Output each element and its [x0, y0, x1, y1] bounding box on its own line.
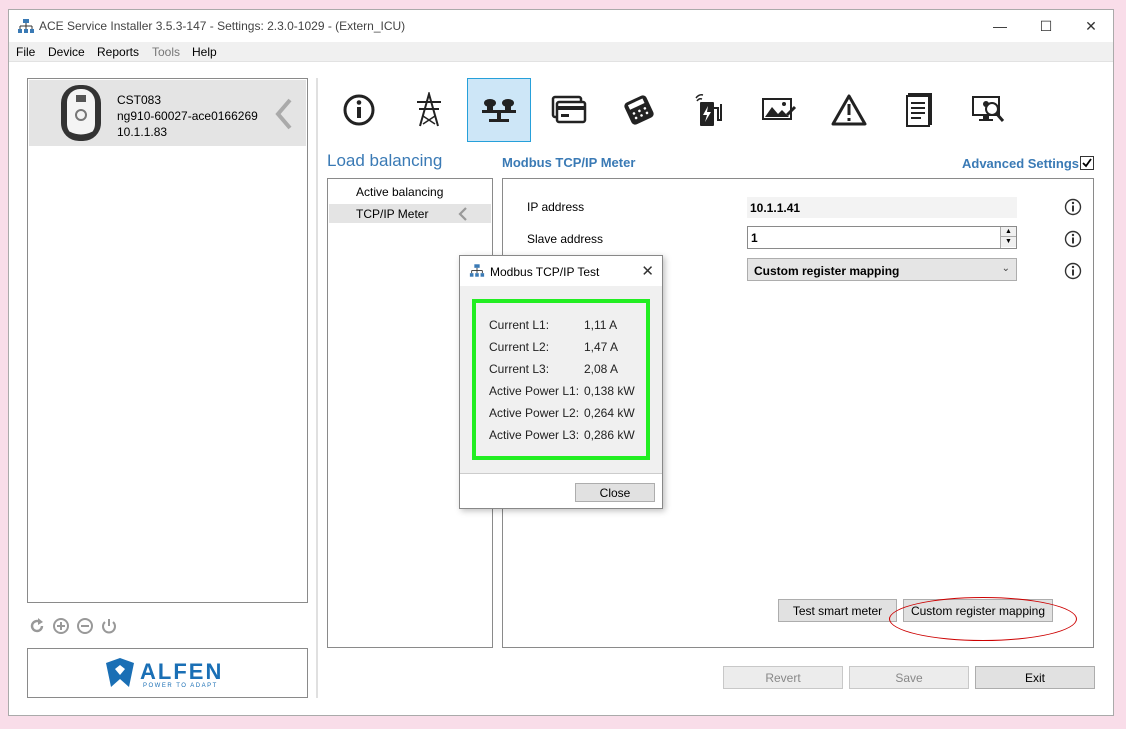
- save-button[interactable]: Save: [849, 666, 969, 689]
- menu-bar: File Device Reports Tools Help: [9, 42, 1113, 62]
- stepper-down-icon[interactable]: ▼: [1001, 237, 1016, 247]
- alfen-logo-icon: [106, 658, 134, 687]
- reading-value: 0,264 kW: [584, 406, 635, 420]
- test-smart-meter-button[interactable]: Test smart meter: [778, 599, 897, 622]
- menu-device[interactable]: Device: [48, 45, 85, 59]
- device-ip: 10.1.1.83: [117, 125, 168, 139]
- device-id: ng910-60027-ace0166269: [117, 109, 258, 123]
- reading-label: Current L2:: [489, 340, 550, 354]
- network-app-icon: [18, 19, 34, 33]
- tab-charging[interactable]: [677, 78, 741, 142]
- power-icon[interactable]: [100, 617, 118, 635]
- tab-info[interactable]: [327, 78, 391, 142]
- tab-reports[interactable]: [887, 78, 951, 142]
- info-icon[interactable]: [1064, 198, 1082, 216]
- panel-divider: [316, 78, 318, 698]
- info-icon[interactable]: [1064, 230, 1082, 248]
- display-image-icon: [762, 98, 797, 120]
- meter-readings-box: Current L1: 1,11 A Current L2: 1,47 A Cu…: [472, 299, 650, 460]
- tab-payment[interactable]: [607, 78, 671, 142]
- reading-value: 0,138 kW: [584, 384, 635, 398]
- checkmark-icon: [1082, 158, 1092, 168]
- info-icon: [343, 94, 375, 126]
- tab-cards[interactable]: [537, 78, 601, 142]
- reading-value: 0,286 kW: [584, 428, 635, 442]
- menu-tools[interactable]: Tools: [152, 45, 180, 59]
- revert-button[interactable]: Revert: [723, 666, 843, 689]
- document-icon: [906, 93, 932, 127]
- menu-file[interactable]: File: [16, 45, 35, 59]
- reading-label: Current L3:: [489, 362, 550, 376]
- reading-value: 2,08 A: [584, 362, 619, 376]
- lb-item-label: Active balancing: [356, 185, 444, 199]
- remove-circle-icon[interactable]: [76, 617, 94, 635]
- ip-address-label: IP address: [527, 200, 585, 214]
- dialog-title: Modbus TCP/IP Test: [490, 265, 600, 279]
- annotation-ellipse: [889, 597, 1077, 641]
- stepper-buttons[interactable]: ▲ ▼: [1000, 227, 1016, 248]
- card-icon: [551, 95, 587, 124]
- advanced-settings-label: Advanced Settings: [962, 156, 1080, 171]
- device-list-item[interactable]: CST083 ng910-60027-ace0166269 10.1.1.83: [29, 80, 306, 146]
- tab-diagnostics[interactable]: [957, 78, 1021, 142]
- payment-terminal-icon: [624, 95, 654, 125]
- charger-icon: [61, 85, 101, 141]
- reading-label: Active Power L3:: [489, 428, 580, 442]
- chevron-down-icon: ⌄: [1001, 263, 1010, 274]
- ip-address-field[interactable]: 10.1.1.41: [747, 197, 1017, 218]
- lb-item-label: TCP/IP Meter: [356, 207, 429, 221]
- modbus-test-dialog: Modbus TCP/IP Test ✕ Current L1: 1,11 A …: [459, 255, 663, 509]
- tab-display[interactable]: [747, 78, 811, 142]
- device-name: CST083: [117, 93, 162, 107]
- reading-label: Active Power L2:: [489, 406, 580, 420]
- logo-tagline: POWER TO ADAPT: [143, 683, 218, 689]
- chevron-left-icon[interactable]: [274, 98, 294, 130]
- load-balancing-icon: [482, 99, 516, 122]
- section-title: Load balancing: [327, 151, 443, 170]
- tab-alerts[interactable]: [817, 78, 881, 142]
- device-list-panel: CST083 ng910-60027-ace0166269 10.1.1.83: [27, 78, 308, 603]
- slave-address-stepper[interactable]: 1 ▲ ▼: [747, 226, 1017, 249]
- exit-button[interactable]: Exit: [975, 666, 1095, 689]
- register-mapping-value: Custom register mapping: [754, 264, 900, 278]
- title-bar: ACE Service Installer 3.5.3-147 - Settin…: [9, 10, 1113, 42]
- slave-address-value: 1: [751, 231, 758, 245]
- info-icon[interactable]: [1064, 262, 1082, 280]
- warning-icon: [831, 94, 867, 126]
- network-app-icon: [469, 264, 485, 277]
- lb-item-active-balancing[interactable]: Active balancing: [329, 182, 491, 201]
- reading-value: 1,47 A: [584, 340, 619, 354]
- add-circle-icon[interactable]: [52, 617, 70, 635]
- reading-value: 1,11 A: [584, 318, 618, 332]
- logo-brand: ALFEN: [140, 659, 224, 684]
- stepper-up-icon[interactable]: ▲: [1001, 227, 1016, 237]
- refresh-icon[interactable]: [28, 617, 46, 635]
- dialog-close-button[interactable]: Close: [575, 483, 655, 502]
- lb-item-tcpip-meter[interactable]: TCP/IP Meter: [329, 204, 491, 223]
- reading-label: Active Power L1:: [489, 384, 580, 398]
- tab-load-balancing[interactable]: [467, 78, 531, 142]
- register-mapping-select[interactable]: Custom register mapping ⌄: [747, 258, 1017, 281]
- reading-label: Current L1:: [489, 318, 550, 332]
- minimize-button[interactable]: —: [977, 10, 1023, 42]
- power-tower-icon: [417, 92, 441, 127]
- logo-box: ALFEN POWER TO ADAPT: [27, 648, 308, 698]
- slave-address-label: Slave address: [527, 232, 604, 246]
- advanced-settings-checkbox[interactable]: [1080, 156, 1094, 170]
- chevron-left-icon: [458, 207, 467, 221]
- diagnostics-monitor-icon: [972, 96, 1005, 122]
- close-icon[interactable]: ✕: [641, 262, 654, 280]
- panel-subtitle: Modbus TCP/IP Meter: [502, 155, 636, 170]
- menu-help[interactable]: Help: [192, 45, 217, 59]
- window-title: ACE Service Installer 3.5.3-147 - Settin…: [39, 19, 406, 33]
- tab-grid[interactable]: [397, 78, 461, 142]
- ev-charger-icon: [695, 94, 722, 126]
- close-window-button[interactable]: ✕: [1068, 10, 1114, 42]
- dialog-footer: Close: [460, 473, 662, 508]
- dialog-body: Current L1: 1,11 A Current L2: 1,47 A Cu…: [460, 286, 662, 473]
- menu-reports[interactable]: Reports: [97, 45, 139, 59]
- maximize-button[interactable]: ☐: [1023, 10, 1069, 42]
